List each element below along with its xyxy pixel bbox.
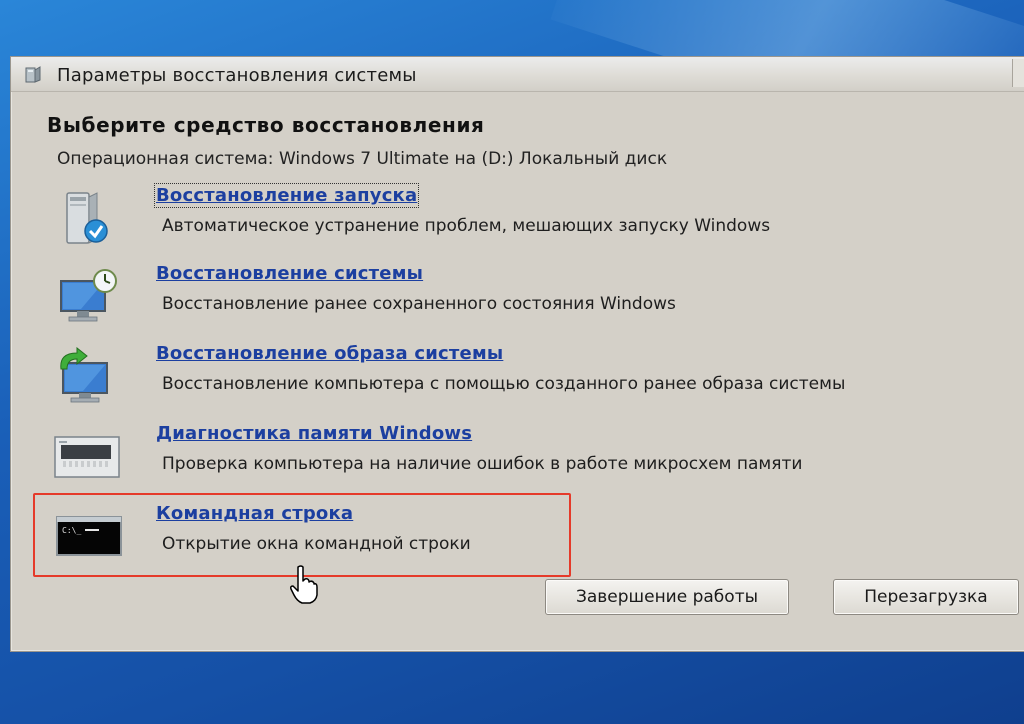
- system-image-recovery-link[interactable]: Восстановление образа системы: [156, 343, 503, 364]
- tool-memory-diagnostic: Диагностика памяти Windows Проверка комп…: [51, 423, 971, 487]
- system-restore-icon: [60, 269, 117, 322]
- memory-diagnostic-icon: [54, 436, 120, 478]
- startup-repair-icon: [66, 192, 108, 244]
- system-image-recovery-icon: [60, 347, 108, 403]
- memory-diagnostic-description: Проверка компьютера на наличие ошибок в …: [162, 454, 803, 474]
- operating-system-info: Операционная система: Windows 7 Ultimate…: [57, 149, 668, 169]
- recovery-options-window: Параметры восстановления системы Выберит…: [10, 56, 1024, 652]
- tool-startup-repair: Восстановление запуска Автоматическое ус…: [51, 183, 971, 249]
- restart-button[interactable]: Перезагрузка: [833, 579, 1019, 615]
- memory-diagnostic-link[interactable]: Диагностика памяти Windows: [156, 423, 472, 444]
- title-bar[interactable]: Параметры восстановления системы: [11, 57, 1024, 92]
- system-restore-description: Восстановление ранее сохраненного состоя…: [162, 294, 676, 314]
- system-image-recovery-description: Восстановление компьютера с помощью созд…: [162, 374, 846, 394]
- tool-system-restore: Восстановление системы Восстановление ра…: [51, 263, 971, 327]
- window-title: Параметры восстановления системы: [57, 65, 417, 86]
- hand-pointer-cursor-icon: [290, 565, 318, 604]
- shutdown-button[interactable]: Завершение работы: [545, 579, 789, 615]
- startup-repair-description: Автоматическое устранение проблем, мешаю…: [162, 216, 771, 236]
- system-restore-link[interactable]: Восстановление системы: [156, 263, 423, 284]
- window-edge: [1012, 59, 1024, 87]
- recovery-app-icon: [25, 66, 41, 83]
- startup-repair-link[interactable]: Восстановление запуска: [153, 183, 420, 208]
- tool-system-image-recovery: Восстановление образа системы Восстановл…: [51, 343, 971, 407]
- page-heading: Выберите средство восстановления: [47, 113, 485, 137]
